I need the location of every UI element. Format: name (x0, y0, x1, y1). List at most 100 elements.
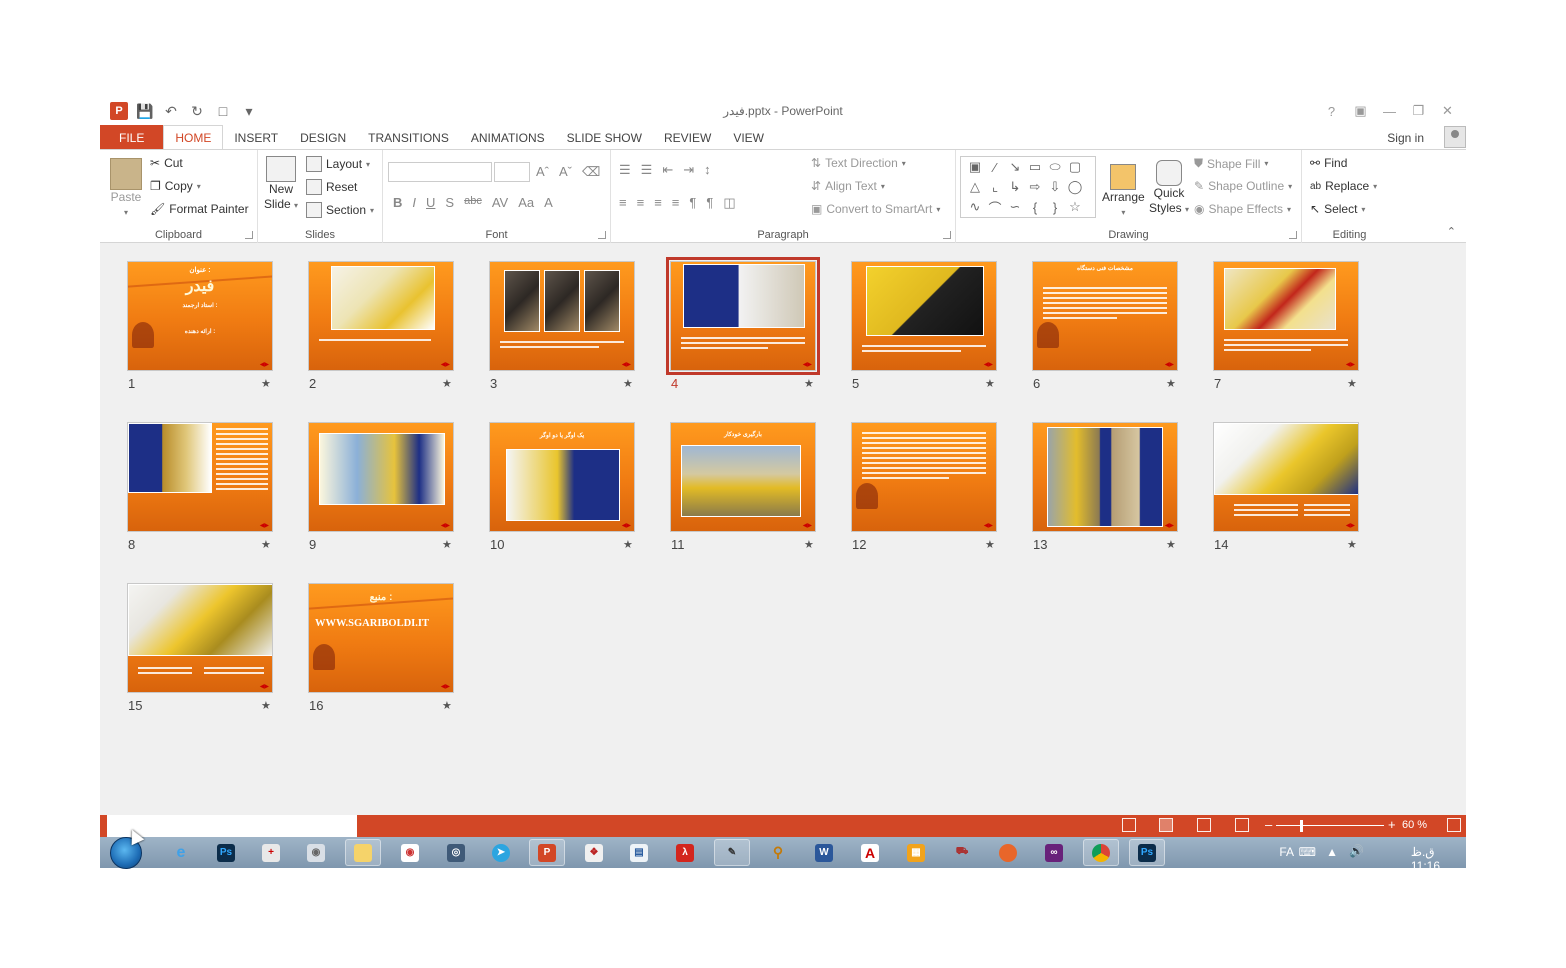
reset-button[interactable]: Reset (306, 179, 357, 195)
slide-thumbnail-3[interactable]: ◀▶ (489, 261, 635, 371)
fit-to-window-icon[interactable] (1447, 818, 1461, 832)
font-color-icon[interactable]: A (544, 195, 553, 210)
tab-review[interactable]: REVIEW (653, 125, 722, 150)
transition-star-icon[interactable]: ★ (1166, 377, 1176, 390)
strikethrough-icon[interactable]: abc (464, 195, 482, 210)
curve-shape-icon[interactable]: ∽ (1005, 197, 1025, 217)
collapse-ribbon-icon[interactable]: ⌃ (1447, 225, 1456, 238)
restore-button[interactable]: ❐ (1404, 100, 1433, 122)
down-arrow-shape-icon[interactable]: ⇩ (1045, 177, 1065, 197)
decrease-indent-icon[interactable]: ⇤ (662, 162, 673, 178)
slide-thumbnail-2[interactable]: ◀▶ (308, 261, 454, 371)
new-slide-button[interactable]: New Slide ▾ (264, 156, 298, 213)
transition-star-icon[interactable]: ★ (261, 538, 271, 551)
transition-star-icon[interactable]: ★ (442, 377, 452, 390)
transition-star-icon[interactable]: ★ (261, 377, 271, 390)
slide-thumbnail-14[interactable]: ◀▶ (1213, 422, 1359, 532)
transition-star-icon[interactable]: ★ (261, 699, 271, 712)
rounded-rect-shape-icon[interactable]: ▢ (1065, 157, 1085, 177)
connector-shape-icon[interactable]: ↳ (1005, 177, 1025, 197)
chrome-icon[interactable] (1083, 839, 1119, 866)
columns-icon[interactable]: ◫ (723, 195, 735, 211)
slide-thumbnail-4[interactable]: ◀▶ (666, 257, 820, 375)
tab-animations[interactable]: ANIMATIONS (460, 125, 556, 150)
slide-thumbnail-11[interactable]: بارگیری خودکار ◀▶ (670, 422, 816, 532)
zoom-out-icon[interactable]: – (1265, 817, 1272, 832)
font-launcher-icon[interactable] (598, 231, 606, 239)
firefox-icon[interactable] (990, 839, 1026, 866)
transition-star-icon[interactable]: ★ (442, 538, 452, 551)
transition-star-icon[interactable]: ★ (804, 377, 814, 390)
select-button[interactable]: ↖ Select ▾ (1310, 202, 1365, 216)
transition-star-icon[interactable]: ★ (985, 538, 995, 551)
slide-thumbnail-15[interactable]: ◀▶ (127, 583, 273, 693)
slide-thumbnail-16[interactable]: منبع : WWW.SGARIBOLDI.IT ◀▶ (308, 583, 454, 693)
tab-design[interactable]: DESIGN (289, 125, 357, 150)
zoom-level[interactable]: 60 % (1402, 819, 1427, 831)
drawing-launcher-icon[interactable] (1289, 231, 1297, 239)
zoom-slider-thumb[interactable] (1300, 820, 1303, 832)
shapes-gallery[interactable]: ▣ ∕ ↘ ▭ ⬭ ▢ △ ⌞ ↳ ⇨ ⇩ ◯ ∿ ⌒ ∽{} ☆ (960, 156, 1096, 218)
shape-outline-button[interactable]: ✎ Shape Outline ▾ (1194, 179, 1292, 193)
arrow-line-shape-icon[interactable]: ↘ (1005, 157, 1025, 177)
app-car-icon[interactable]: ⛟ (944, 839, 980, 866)
quick-styles-button[interactable]: Quick Styles ▾ (1149, 160, 1189, 217)
triangle-shape-icon[interactable]: △ (965, 177, 985, 197)
slide-thumbnail-1[interactable]: عنوان : فیدر استاد ارجمند : ارائه دهنده … (127, 261, 273, 371)
callout-shape-icon[interactable]: ◯ (1065, 177, 1085, 197)
tab-file[interactable]: FILE (100, 125, 164, 150)
line-spacing-icon[interactable]: ↕ (704, 162, 711, 178)
transition-star-icon[interactable]: ★ (804, 538, 814, 551)
paste-button[interactable]: Paste ▾ (110, 158, 142, 220)
app-puzzle-icon[interactable]: ❖ (576, 839, 612, 866)
slide-thumbnail-12[interactable]: ◀▶ (851, 422, 997, 532)
ribbon-display-icon[interactable]: ▣ (1346, 100, 1375, 122)
paint-icon[interactable]: ◉ (392, 839, 428, 866)
transition-star-icon[interactable]: ★ (623, 538, 633, 551)
format-painter-button[interactable]: 🖌 Format Painter (150, 202, 249, 216)
right-arrow-shape-icon[interactable]: ⇨ (1025, 177, 1045, 197)
user-avatar-icon[interactable] (1444, 126, 1466, 148)
slide-thumbnail-8[interactable]: ◀▶ (127, 422, 273, 532)
shrink-font-icon[interactable]: Aˇ (559, 164, 572, 180)
internet-explorer-icon[interactable]: e (163, 839, 199, 866)
tab-slide-show[interactable]: SLIDE SHOW (556, 125, 653, 150)
cut-button[interactable]: ✂ Cut (150, 156, 183, 170)
zoom-slider[interactable] (1276, 825, 1384, 826)
access-icon[interactable]: A (852, 839, 888, 866)
shadow-icon[interactable]: S (445, 195, 454, 210)
visual-studio-icon[interactable]: ∞ (1036, 839, 1072, 866)
telegram-icon[interactable]: ➤ (483, 839, 519, 866)
oval-shape-icon[interactable]: ⬭ (1045, 157, 1065, 177)
slide-thumbnail-7[interactable]: ◀▶ (1213, 261, 1359, 371)
slide-thumbnail-6[interactable]: مشخصات فنی دستگاه ◀▶ (1032, 261, 1178, 371)
section-button[interactable]: Section ▾ (306, 202, 374, 218)
arc-shape-icon[interactable]: ⌒ (985, 197, 1005, 217)
slide-sorter-view-icon[interactable] (1159, 818, 1173, 832)
brace-left-shape-icon[interactable]: { (1025, 197, 1045, 217)
align-left-icon[interactable]: ≡ (619, 195, 627, 211)
tab-view[interactable]: VIEW (722, 125, 775, 150)
text-direction-button[interactable]: ⇅ Text Direction ▾ (811, 156, 906, 170)
slide-thumbnail-5[interactable]: ◀▶ (851, 261, 997, 371)
font-family-combobox[interactable] (388, 162, 492, 182)
documents-icon[interactable]: ▤ (621, 839, 657, 866)
shape-fill-button[interactable]: ⛊ Shape Fill ▾ (1194, 156, 1268, 171)
zoom-in-icon[interactable]: + (1388, 817, 1396, 832)
tab-home[interactable]: HOME (163, 125, 224, 150)
file-explorer-icon[interactable] (345, 839, 381, 866)
shape-effects-button[interactable]: ◉ Shape Effects ▾ (1194, 202, 1291, 216)
volume-icon[interactable]: 🔊 (1349, 844, 1364, 858)
slide-thumbnail-13[interactable]: ◀▶ (1032, 422, 1178, 532)
align-right-icon[interactable]: ≡ (654, 195, 662, 211)
reading-view-icon[interactable] (1197, 818, 1211, 832)
media-icon[interactable]: ◉ (298, 839, 334, 866)
brace-right-shape-icon[interactable]: } (1045, 197, 1065, 217)
italic-icon[interactable]: I (412, 195, 416, 210)
bullets-icon[interactable]: ☰ (619, 162, 631, 178)
textbox-shape-icon[interactable]: ▣ (965, 157, 985, 177)
powerpoint-taskbar-icon[interactable]: P (529, 839, 565, 866)
sign-in-link[interactable]: Sign in (1387, 131, 1424, 145)
line-shape-icon[interactable]: ∕ (985, 157, 1005, 177)
copy-button[interactable]: ❐ Copy ▾ (150, 179, 201, 193)
